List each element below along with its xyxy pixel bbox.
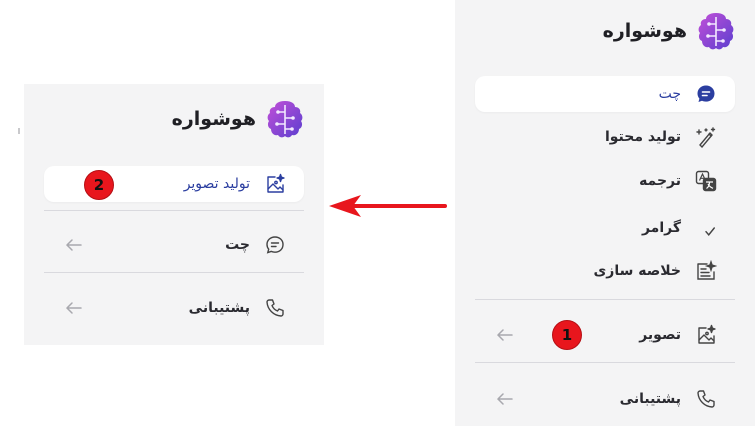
abc-check-icon: abc — [695, 217, 717, 239]
arrow-left-icon — [495, 390, 515, 412]
app-name: هوشواره — [171, 108, 256, 130]
annotation-badge-1: 1 — [552, 320, 582, 350]
annotation-arrow-icon — [329, 195, 447, 217]
chat-bubble-icon — [695, 83, 717, 105]
sidebar-item-chat[interactable]: چت — [475, 76, 735, 112]
chat-outline-icon — [264, 234, 286, 256]
image-sparkle-icon — [264, 173, 286, 195]
sidebar-item-label: چت — [658, 86, 681, 102]
sidebar-item-support[interactable]: پشتیبانی — [475, 381, 735, 417]
decorative-tick — [18, 128, 20, 134]
sidebar-item-image[interactable]: تصویر — [475, 317, 735, 353]
sidebar-item-content-generation[interactable]: تولید محتوا — [475, 119, 735, 155]
sidebar-item-grammar[interactable]: abc گرامر — [475, 210, 735, 246]
sidebar-item-label: چت — [225, 237, 250, 253]
sidebar-item-label: گرامر — [641, 220, 681, 236]
divider — [44, 210, 304, 211]
divider — [44, 272, 304, 273]
sidebar-item-support[interactable]: پشتیبانی — [44, 290, 304, 326]
annotation-badge-2: 2 — [84, 170, 114, 200]
sidebar-item-translate[interactable]: ترجمه — [475, 163, 735, 199]
translate-icon — [695, 170, 717, 192]
brain-logo-icon — [698, 13, 734, 50]
sidebar-item-label: پشتیبانی — [188, 300, 250, 316]
sidebar-panel-original: هوشواره چت تولید محتوا ترجمه abc گرامر خ… — [455, 0, 755, 426]
phone-icon — [264, 297, 286, 319]
arrow-left-icon — [64, 236, 84, 258]
magic-pen-icon — [695, 126, 717, 148]
app-logo[interactable]: هوشواره — [603, 10, 735, 52]
sidebar-item-label: ترجمه — [639, 173, 681, 189]
phone-icon — [695, 388, 717, 410]
arrow-left-icon — [64, 299, 84, 321]
app-name: هوشواره — [602, 20, 687, 42]
sidebar-item-chat[interactable]: چت — [44, 227, 304, 263]
sidebar-item-label: تولید محتوا — [604, 129, 681, 145]
brain-logo-icon — [267, 101, 303, 138]
sidebar-item-label: خلاصه سازی — [593, 263, 681, 279]
document-sparkle-icon — [695, 260, 717, 282]
sidebar-item-image-generation[interactable]: تولید تصویر — [44, 166, 304, 202]
sidebar-panel-modified: هوشواره تولید تصویر 2 چت پشتیبانی — [24, 84, 324, 345]
sidebar-item-summarize[interactable]: خلاصه سازی — [475, 253, 735, 289]
app-logo[interactable]: هوشواره — [172, 98, 304, 140]
sidebar-item-label: تصویر — [639, 327, 681, 343]
image-sparkle-icon — [695, 324, 717, 346]
sidebar-item-label: پشتیبانی — [619, 391, 681, 407]
sidebar-item-label: تولید تصویر — [183, 176, 250, 192]
arrow-left-icon — [495, 326, 515, 348]
divider — [475, 362, 735, 363]
divider — [475, 299, 735, 300]
